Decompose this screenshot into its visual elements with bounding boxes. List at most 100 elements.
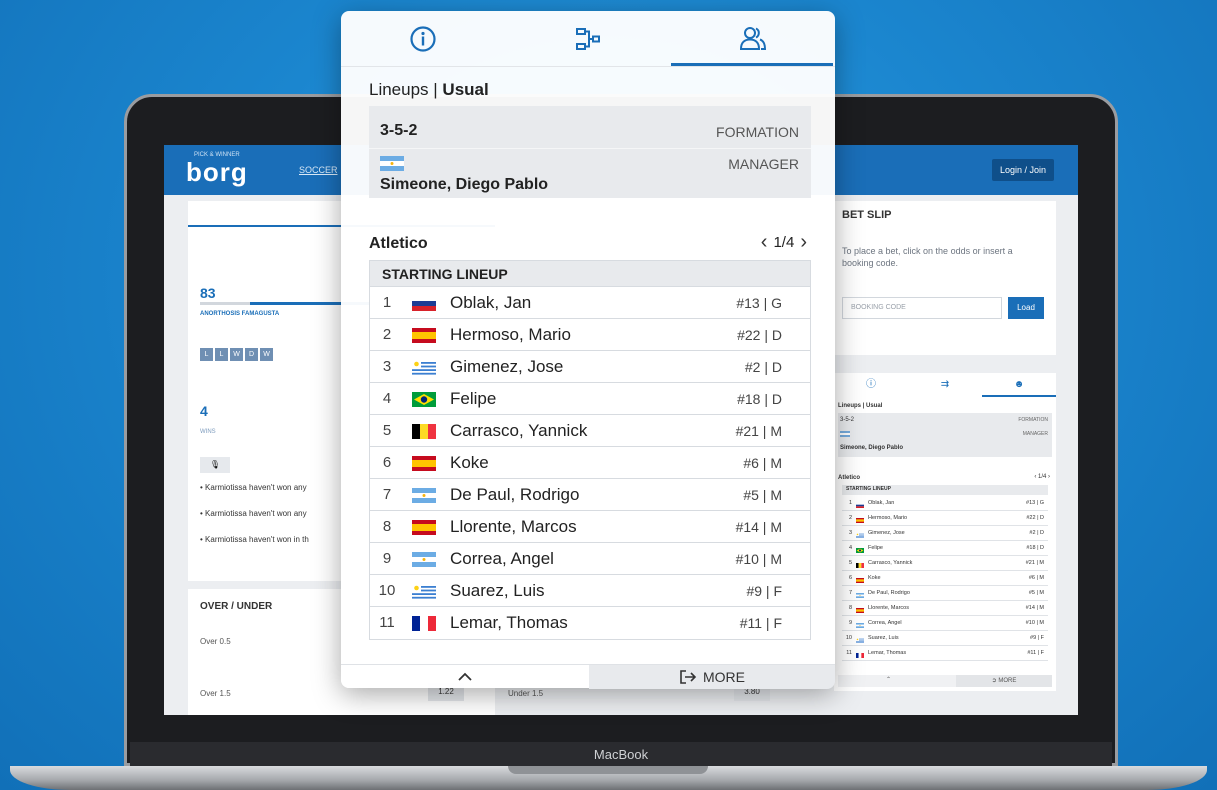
mini-player-row[interactable]: 8 Llorente, Marcos #14 | M: [842, 601, 1048, 616]
mini-lineup-header: STARTING LINEUP: [846, 486, 891, 492]
player-row[interactable]: 8 Llorente, Marcos #14 | M: [370, 511, 810, 543]
player-row[interactable]: 10 Suarez, Luis #9 | F: [370, 575, 810, 607]
microphone-icon[interactable]: 🎙: [200, 457, 230, 473]
mini-player-row[interactable]: 10 Suarez, Luis #9 | F: [842, 631, 1048, 646]
player-row[interactable]: 3 Gimenez, Jose #2 | D: [370, 351, 810, 383]
player-row[interactable]: 5 Carrasco, Yannick #21 | M: [370, 415, 810, 447]
player-row[interactable]: 6 Koke #6 | M: [370, 447, 810, 479]
mini-formation-icon[interactable]: ⇉: [908, 373, 982, 397]
mini-brazil-flag-icon: [856, 545, 864, 554]
mini-player-position: #21 | M: [1025, 560, 1044, 566]
page-indicator: 1/4: [773, 233, 795, 251]
player-name: Llorente, Marcos: [450, 517, 577, 536]
mini-player-number: 3: [848, 530, 852, 536]
bet-slip-instructions: To place a bet, click on the odds or ins…: [842, 246, 1013, 268]
login-join-button[interactable]: Login / Join: [992, 159, 1054, 181]
player-number: 5: [382, 422, 392, 439]
player-number: 7: [382, 486, 392, 503]
load-button[interactable]: Load: [1008, 297, 1044, 319]
mini-player-row[interactable]: 3 Gimenez, Jose #2 | D: [842, 526, 1048, 541]
player-shirt-position: #22 | D: [737, 327, 782, 343]
mini-bottom-bar: ⌃ ➲ MORE: [838, 675, 1052, 687]
mini-player-row[interactable]: 1 Oblak, Jan #13 | G: [842, 496, 1048, 511]
mini-player-row[interactable]: 6 Koke #6 | M: [842, 571, 1048, 586]
mini-player-name: Koke: [868, 575, 881, 581]
mini-argentina-flag-icon: [840, 431, 850, 437]
mini-player-row[interactable]: 7 De Paul, Rodrigo #5 | M: [842, 586, 1048, 601]
mini-lineup-panel: ⓘ ⇉ ☻ Lineups | Usual 3-5-2 FORMATION MA…: [834, 373, 1056, 691]
starting-lineup-header: STARTING LINEUP: [370, 261, 810, 287]
player-name: Suarez, Luis: [450, 581, 545, 600]
player-row[interactable]: 11 Lemar, Thomas #11 | F: [370, 607, 810, 639]
player-row[interactable]: 1 Oblak, Jan #13 | G: [370, 287, 810, 319]
mini-player-position: #11 | F: [1027, 650, 1044, 656]
tab-formation[interactable]: [506, 11, 671, 67]
player-name: Lemar, Thomas: [450, 613, 568, 632]
mini-player-name: Correa, Angel: [868, 620, 902, 626]
player-row[interactable]: 7 De Paul, Rodrigo #5 | M: [370, 479, 810, 511]
mini-uruguay-flag-icon: [856, 530, 864, 539]
over-under-title: OVER / UNDER: [200, 601, 273, 612]
mini-player-row[interactable]: 2 Hermoso, Mario #22 | D: [842, 511, 1048, 526]
mini-france-flag-icon: [856, 650, 864, 659]
mini-player-row[interactable]: 9 Correa, Angel #10 | M: [842, 616, 1048, 631]
nav-soccer-link[interactable]: SOCCER: [299, 165, 338, 175]
booking-code-input[interactable]: BOOKING CODE: [842, 297, 1002, 319]
mini-info-icon[interactable]: ⓘ: [834, 373, 908, 397]
more-label: MORE: [703, 669, 745, 685]
mini-player-name: Suarez, Luis: [868, 635, 899, 641]
exit-arrow-icon: [680, 670, 697, 684]
team-name: Atletico: [369, 235, 428, 252]
mini-uruguay-flag-icon: [856, 635, 864, 644]
mini-player-row[interactable]: 4 Felipe #18 | D: [842, 541, 1048, 556]
mini-player-position: #13 | G: [1026, 500, 1044, 506]
mini-player-number: 5: [848, 560, 852, 566]
player-shirt-position: #14 | M: [735, 519, 782, 535]
mini-collapse-icon[interactable]: ⌃: [886, 676, 891, 683]
player-row[interactable]: 9 Correa, Angel #10 | M: [370, 543, 810, 575]
stat-fact: • Karmiotissa haven't won any: [200, 509, 307, 518]
mini-belgium-flag-icon: [856, 560, 864, 569]
form-result: L: [215, 348, 228, 361]
mini-player-name: Carrasco, Yannick: [868, 560, 913, 566]
player-shirt-position: #10 | M: [735, 551, 782, 567]
tab-info[interactable]: [341, 11, 506, 67]
collapse-button[interactable]: [341, 665, 589, 689]
mini-tabs: ⓘ ⇉ ☻: [834, 373, 1056, 397]
mini-player-name: Llorente, Marcos: [868, 605, 909, 611]
mini-players-icon[interactable]: ☻: [982, 373, 1056, 397]
mini-player-number: 1: [848, 500, 852, 506]
player-number: 1: [382, 294, 392, 311]
mini-more-button[interactable]: ➲ MORE: [956, 675, 1052, 687]
mini-section-title: Lineups | Usual: [838, 403, 883, 409]
stats-team-name: ANORTHOSIS FAMAGUSTA: [200, 311, 280, 317]
mini-player-row[interactable]: 5 Carrasco, Yannick #21 | M: [842, 556, 1048, 571]
mini-argentina-flag-icon: [856, 620, 864, 629]
laptop-brand: MacBook: [593, 747, 649, 762]
tab-lineups[interactable]: [670, 11, 835, 67]
chevron-up-icon: [458, 672, 472, 681]
mini-slovenia-flag-icon: [856, 500, 864, 509]
manager-label: MANAGER: [728, 156, 799, 172]
form-result: D: [245, 348, 258, 361]
stats-score: 83: [200, 285, 216, 301]
player-row[interactable]: 2 Hermoso, Mario #22 | D: [370, 319, 810, 351]
stats-wins-count: 4: [200, 403, 208, 419]
site-logo[interactable]: borg: [186, 157, 248, 188]
mini-player-number: 6: [848, 575, 852, 581]
chevron-right-icon[interactable]: ›: [800, 232, 807, 252]
manager-name: Simeone, Diego Pablo: [380, 176, 549, 193]
mini-formation-value: 3-5-2: [840, 417, 855, 423]
player-name: Correa, Angel: [450, 549, 554, 568]
argentina-flag-icon: [412, 552, 436, 567]
mini-player-name: Oblak, Jan: [868, 500, 895, 506]
more-button[interactable]: MORE: [589, 665, 835, 689]
mini-argentina-flag-icon: [856, 590, 864, 599]
chevron-left-icon[interactable]: ‹: [761, 232, 768, 252]
mini-player-position: #18 | D: [1026, 545, 1044, 551]
mini-pager[interactable]: ‹ 1/4 ›: [1034, 474, 1050, 480]
spain-flag-icon: [412, 328, 436, 343]
mini-player-row[interactable]: 11 Lemar, Thomas #11 | F: [842, 646, 1048, 661]
player-shirt-position: #6 | M: [743, 455, 782, 471]
player-row[interactable]: 4 Felipe #18 | D: [370, 383, 810, 415]
